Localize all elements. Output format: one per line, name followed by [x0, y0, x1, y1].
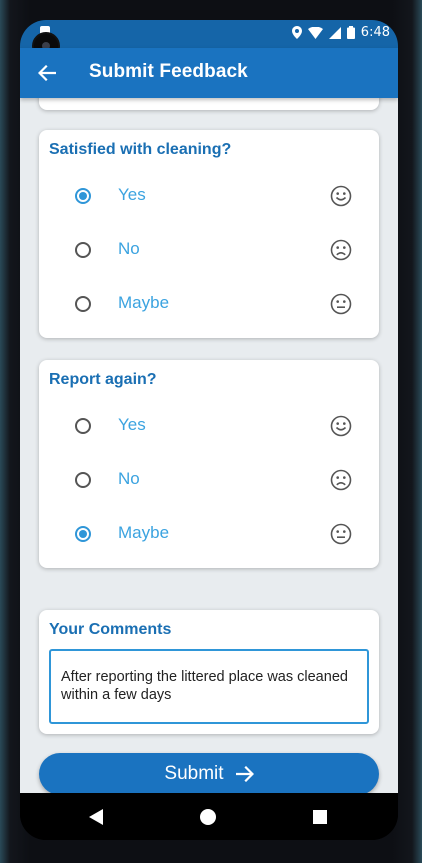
nav-recents-button[interactable]: [310, 807, 330, 827]
radio-button[interactable]: [75, 296, 91, 312]
option-label: No: [118, 239, 140, 258]
status-bar: 6:48: [20, 20, 398, 48]
smile-face-icon: [330, 185, 352, 207]
radio-button[interactable]: [75, 242, 91, 258]
option-maybe[interactable]: Maybe: [39, 278, 379, 332]
submit-button[interactable]: Submit: [39, 753, 379, 793]
battery-icon: [346, 26, 355, 39]
question-card-cleaning: Satisfied with cleaning? Yes No Maybe: [39, 130, 379, 338]
frown-face-icon: [330, 239, 352, 261]
nav-home-button[interactable]: [198, 807, 218, 827]
status-icons: 6:48: [291, 25, 390, 40]
option-label: Maybe: [118, 293, 170, 312]
option-no[interactable]: No: [39, 224, 379, 278]
option-yes[interactable]: Yes: [39, 170, 379, 224]
recents-square-icon: [313, 810, 327, 824]
smile-face-icon: [330, 415, 352, 437]
submit-label: Submit: [164, 763, 224, 784]
back-button[interactable]: [34, 60, 60, 86]
neutral-face-icon: [330, 523, 352, 545]
radio-button-selected[interactable]: [75, 188, 91, 204]
comments-title: Your Comments: [49, 621, 172, 638]
option-label: Yes: [118, 415, 146, 434]
comments-field[interactable]: After reporting the littered place was c…: [49, 649, 369, 724]
status-time: 6:48: [360, 25, 390, 40]
home-circle-icon: [200, 809, 216, 825]
system-navigation-bar: [20, 793, 398, 840]
wifi-icon: [307, 26, 323, 39]
signal-icon: [328, 26, 341, 39]
phone-frame: 6:48 Submit Feedback Satisfied with clea…: [0, 0, 422, 863]
option-no[interactable]: No: [39, 454, 379, 508]
location-icon: [291, 26, 302, 39]
feedback-form[interactable]: Satisfied with cleaning? Yes No Maybe Re…: [20, 98, 398, 793]
option-maybe[interactable]: Maybe: [39, 508, 379, 562]
radio-button[interactable]: [75, 418, 91, 434]
radio-button[interactable]: [75, 472, 91, 488]
arrow-right-icon: [235, 766, 254, 782]
arrow-left-icon: [38, 65, 56, 81]
option-label: No: [118, 469, 140, 488]
frown-face-icon: [330, 469, 352, 491]
previous-card: [39, 98, 379, 110]
option-label: Maybe: [118, 523, 170, 542]
page-title: Submit Feedback: [89, 61, 248, 82]
option-label: Yes: [118, 185, 146, 204]
question-card-report-again: Report again? Yes No Maybe: [39, 360, 379, 568]
back-triangle-icon: [89, 809, 103, 825]
app-bar: Submit Feedback: [20, 48, 398, 98]
comments-card: Your Comments After reporting the litter…: [39, 610, 379, 734]
neutral-face-icon: [330, 293, 352, 315]
question-title: Satisfied with cleaning?: [49, 141, 232, 158]
option-yes[interactable]: Yes: [39, 400, 379, 454]
question-title: Report again?: [49, 371, 157, 388]
radio-button-selected[interactable]: [75, 526, 91, 542]
nav-back-button[interactable]: [86, 807, 106, 827]
screen: 6:48 Submit Feedback Satisfied with clea…: [20, 20, 398, 840]
